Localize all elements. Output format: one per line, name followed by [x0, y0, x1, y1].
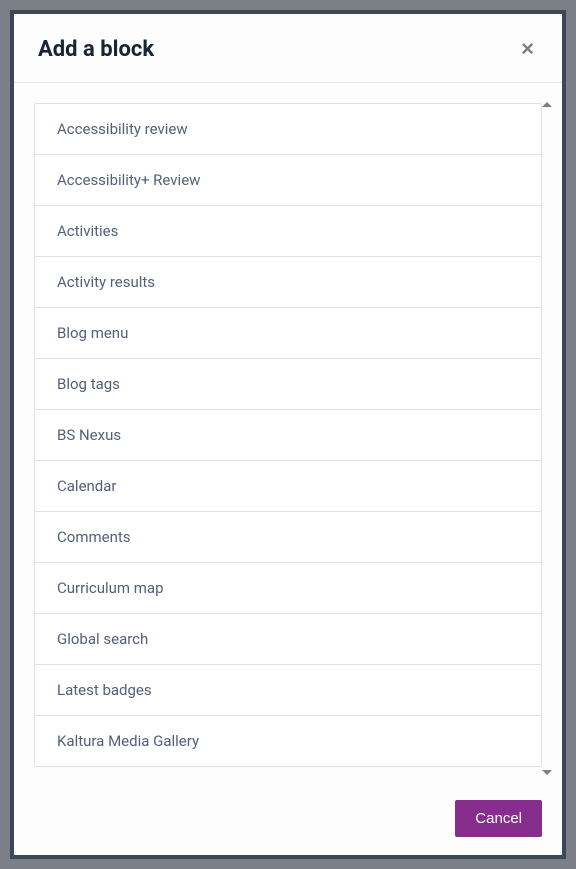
block-item[interactable]: Latest badges	[35, 665, 541, 716]
close-button[interactable]: ×	[517, 34, 538, 64]
modal-overlay: Add a block × Accessibility reviewAccess…	[0, 0, 576, 869]
block-item[interactable]: Kaltura Media Gallery	[35, 716, 541, 766]
block-list: Accessibility reviewAccessibility+ Revie…	[34, 103, 542, 767]
block-item[interactable]: Accessibility+ Review	[35, 155, 541, 206]
block-item[interactable]: Calendar	[35, 461, 541, 512]
block-item[interactable]: BS Nexus	[35, 410, 541, 461]
modal-body[interactable]: Accessibility reviewAccessibility+ Revie…	[14, 83, 562, 785]
block-item[interactable]: Blog menu	[35, 308, 541, 359]
block-item[interactable]: Curriculum map	[35, 563, 541, 614]
block-item[interactable]: Activity results	[35, 257, 541, 308]
modal-title: Add a block	[38, 37, 154, 62]
modal-header: Add a block ×	[14, 14, 562, 83]
block-item[interactable]: Comments	[35, 512, 541, 563]
block-item[interactable]: Accessibility review	[35, 104, 541, 155]
close-icon: ×	[521, 36, 534, 61]
block-item[interactable]: Blog tags	[35, 359, 541, 410]
add-block-modal: Add a block × Accessibility reviewAccess…	[10, 10, 566, 859]
modal-footer: Cancel	[14, 785, 562, 855]
block-item[interactable]: Global search	[35, 614, 541, 665]
block-item[interactable]: Activities	[35, 206, 541, 257]
cancel-button[interactable]: Cancel	[455, 800, 542, 837]
